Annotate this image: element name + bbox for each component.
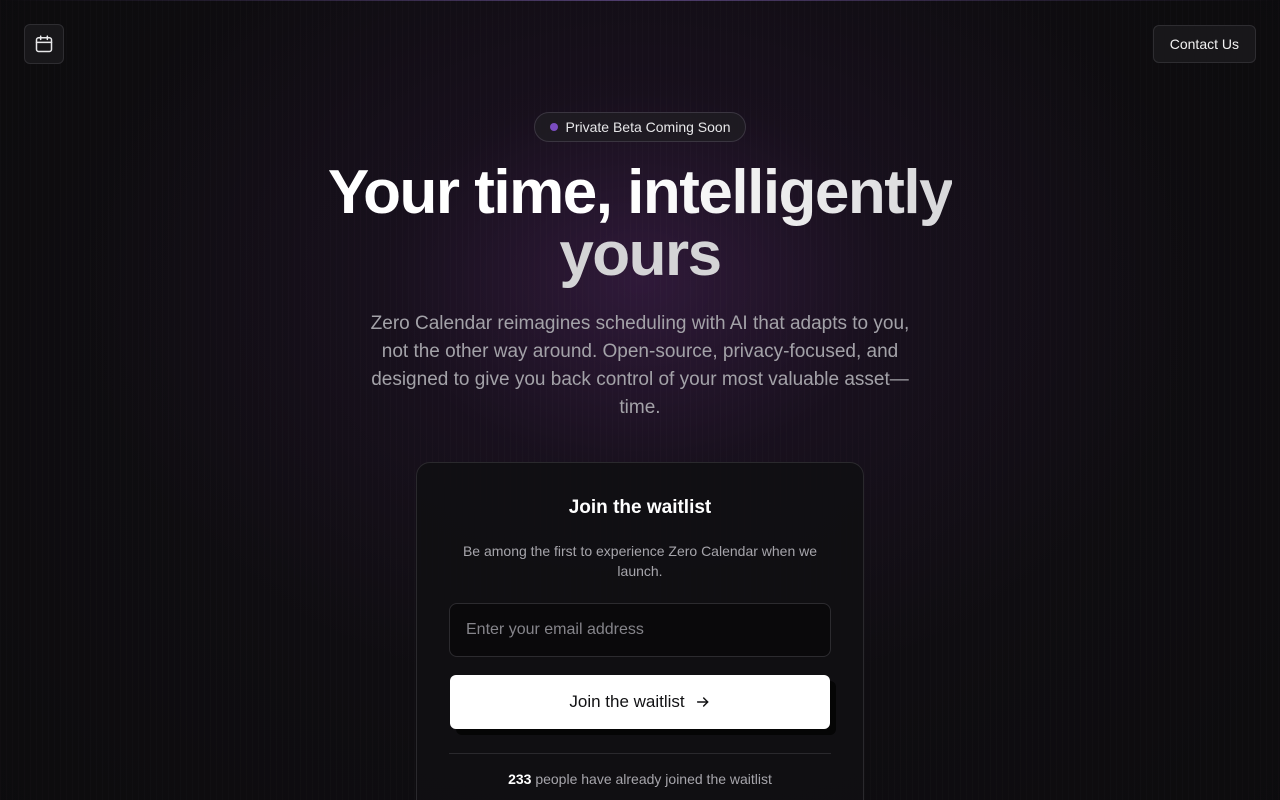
waitlist-count-number: 233 <box>508 771 532 787</box>
contact-us-button[interactable]: Contact Us <box>1152 25 1256 63</box>
waitlist-title: Join the waitlist <box>568 497 712 518</box>
hero-title-part2: intelligently <box>627 158 953 227</box>
hero-title-part1: Your time, <box>327 158 613 227</box>
join-waitlist-button[interactable]: Join the waitlist <box>450 675 830 729</box>
hero-title: Your time, intelligently yours <box>0 162 1280 286</box>
arrow-right-icon <box>696 697 709 707</box>
top-accent-line <box>0 0 1280 1</box>
card-divider <box>449 753 831 754</box>
email-input[interactable] <box>449 603 831 657</box>
logo-button[interactable] <box>24 24 64 64</box>
waitlist-count-text: people have already joined the waitlist <box>535 771 772 787</box>
waitlist-subtitle: Be among the first to experience Zero Ca… <box>462 543 818 579</box>
badge-label: Private Beta Coming Soon <box>565 119 731 135</box>
waitlist-card: Join the waitlist Be among the first to … <box>416 462 864 800</box>
hero-description: Zero Calendar reimagines scheduling with… <box>370 313 910 418</box>
status-dot <box>549 123 558 131</box>
calendar-icon <box>35 35 53 53</box>
beta-badge: Private Beta Coming Soon <box>534 112 746 142</box>
join-waitlist-label: Join the waitlist <box>569 692 685 711</box>
hero-title-line2: yours <box>559 220 722 289</box>
waitlist-count: 233 people have already joined the waitl… <box>417 771 863 787</box>
